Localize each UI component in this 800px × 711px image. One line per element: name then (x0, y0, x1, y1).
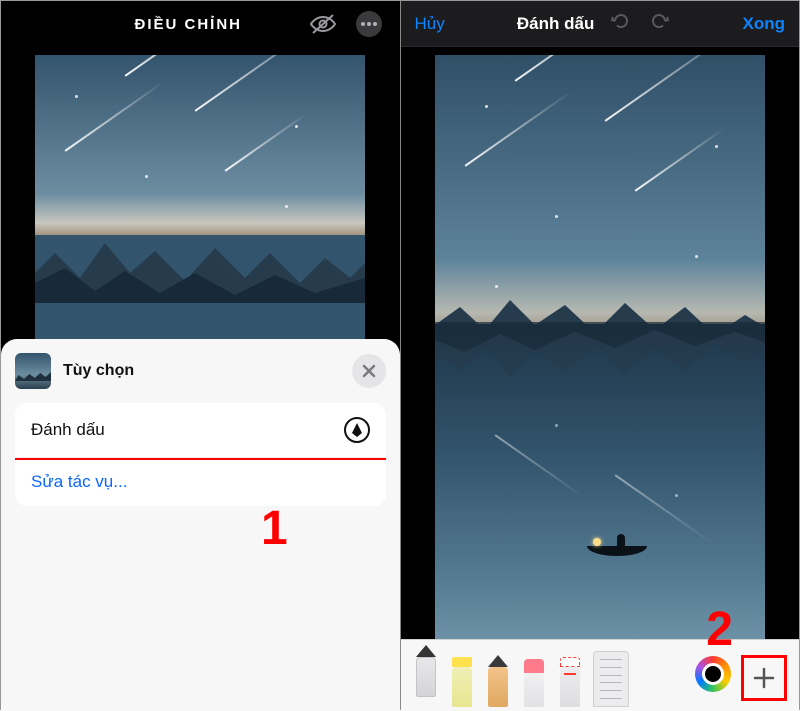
boat-illustration (587, 546, 647, 560)
highlighter-tool[interactable] (449, 645, 475, 707)
undo-icon[interactable] (610, 10, 632, 37)
option-edit-actions-label: Sửa tác vụ... (31, 472, 127, 492)
color-picker-button[interactable] (695, 656, 731, 692)
edit-adjust-title: ĐIỀU CHỈNH (134, 16, 242, 33)
sheet-thumbnail (15, 353, 51, 389)
annotation-step-1: 1 (261, 501, 288, 556)
pencil-tool[interactable] (485, 645, 511, 707)
left-header: ĐIỀU CHỈNH (1, 1, 400, 47)
annotation-step-2: 2 (706, 602, 733, 657)
options-card: Đánh dấu Sửa tác vụ... (15, 403, 386, 506)
option-edit-actions[interactable]: Sửa tác vụ... (15, 457, 386, 506)
redo-icon[interactable] (648, 10, 670, 37)
ruler-tool[interactable] (593, 651, 629, 707)
pen-tool[interactable] (413, 635, 439, 697)
done-button[interactable]: Xong (743, 14, 786, 34)
sheet-title: Tùy chọn (63, 362, 134, 380)
more-options-icon[interactable] (355, 10, 383, 38)
lasso-tool[interactable] (557, 645, 583, 707)
markup-toolbar (401, 639, 800, 711)
add-shape-button[interactable] (741, 655, 787, 701)
markup-header: Hủy Đánh dấu Xong (401, 1, 800, 47)
option-markup[interactable]: Đánh dấu (15, 403, 386, 460)
option-markup-label: Đánh dấu (31, 420, 105, 440)
close-sheet-button[interactable] (352, 354, 386, 388)
left-image-preview[interactable] (35, 55, 365, 345)
markup-title: Đánh dấu (517, 14, 594, 34)
cancel-button[interactable]: Hủy (415, 14, 445, 34)
right-image-canvas[interactable] (435, 55, 765, 640)
pen-tip-icon (344, 417, 370, 443)
visibility-off-icon[interactable] (309, 13, 337, 35)
left-pane: ĐIỀU CHỈNH (1, 1, 400, 711)
right-pane: Hủy Đánh dấu Xong (401, 1, 800, 711)
eraser-tool[interactable] (521, 645, 547, 707)
options-sheet: Tùy chọn Đánh dấu Sửa tác vụ... (1, 339, 400, 711)
